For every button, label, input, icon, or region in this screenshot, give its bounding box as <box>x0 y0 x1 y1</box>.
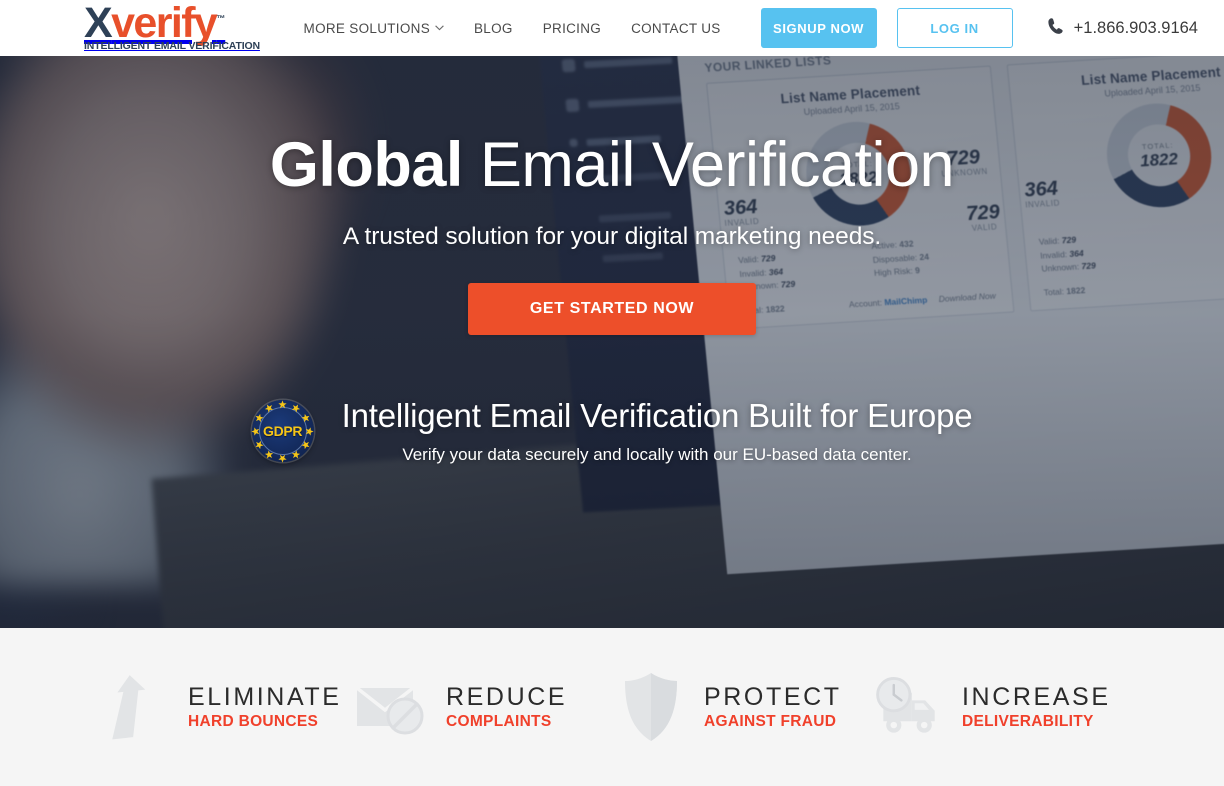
eu-promo-row: GDPR Intelligent Email Verification Buil… <box>251 397 973 465</box>
feature-text: PROTECT AGAINST FRAUD <box>704 683 842 731</box>
truck-clock-icon <box>870 668 948 746</box>
hero-content: Global Email Verification A trusted solu… <box>0 56 1224 628</box>
logo-tagline: INTELLIGENT EMAIL VERIFICATION <box>84 40 260 53</box>
star-icon <box>292 404 301 413</box>
phone-icon <box>1047 17 1064 40</box>
gdpr-badge-icon: GDPR <box>251 399 314 463</box>
star-icon <box>278 399 287 408</box>
chevron-down-icon <box>435 25 444 31</box>
hero-headline: Global Email Verification <box>270 134 955 197</box>
logo[interactable]: Xverify™ INTELLIGENT EMAIL VERIFICATION <box>84 1 264 53</box>
star-icon <box>301 440 310 449</box>
nav-item-contact-us[interactable]: CONTACT US <box>631 21 721 36</box>
nav-item-blog[interactable]: BLOG <box>474 21 513 36</box>
feature-subtitle: COMPLAINTS <box>446 713 552 730</box>
nav-label: CONTACT US <box>631 20 721 36</box>
nav-label: PRICING <box>542 20 602 36</box>
star-icon <box>305 426 314 436</box>
logo-trademark-icon: ™ <box>216 13 226 24</box>
feature-title: ELIMINATE <box>188 683 342 711</box>
star-icon <box>292 449 301 458</box>
eu-paragraph: Verify your data securely and locally wi… <box>402 445 912 464</box>
hero-headline-rest: Email Verification <box>462 130 955 200</box>
phone-number: +1.866.903.9164 <box>1073 18 1198 37</box>
arrow-up-curve-icon <box>96 668 174 746</box>
eu-heading: Intelligent Email Verification Built for… <box>341 397 973 434</box>
hero-subheadline: A trusted solution for your digital mark… <box>342 223 882 250</box>
nav-label: MORE SOLUTIONS <box>303 20 430 36</box>
feature-increase-deliverability: INCREASE DELIVERABILITY <box>870 668 1128 746</box>
feature-eliminate-hard-bounces: ELIMINATE HARD BOUNCES <box>96 668 354 746</box>
hero-section: YOUR LINKED LISTS Search by name List Na… <box>0 56 1224 628</box>
feature-subtitle: DELIVERABILITY <box>962 713 1094 730</box>
gdpr-badge-label: GDPR <box>262 423 303 439</box>
feature-title: REDUCE <box>446 683 568 711</box>
nav-label: BLOG <box>474 20 513 36</box>
feature-title: INCREASE <box>962 683 1111 711</box>
shield-icon <box>612 668 690 746</box>
eu-promo-text: Intelligent Email Verification Built for… <box>342 397 973 465</box>
feature-subtitle: AGAINST FRAUD <box>704 713 837 730</box>
log-in-button[interactable]: LOG IN <box>896 8 1013 48</box>
site-header: Xverify™ INTELLIGENT EMAIL VERIFICATION … <box>0 0 1224 56</box>
star-icon <box>301 413 310 422</box>
star-icon <box>251 426 260 436</box>
feature-protect-against-fraud: PROTECT AGAINST FRAUD <box>612 668 870 746</box>
feature-text: REDUCE COMPLAINTS <box>446 683 567 731</box>
logo-wordmark: Xverify™ <box>84 1 264 44</box>
star-icon <box>255 413 264 422</box>
main-nav: MORE SOLUTIONS BLOG PRICING CONTACT US <box>304 21 721 36</box>
feature-subtitle: HARD BOUNCES <box>188 713 319 730</box>
nav-item-pricing[interactable]: PRICING <box>543 21 601 36</box>
signup-now-button[interactable]: SIGNUP NOW <box>760 8 877 48</box>
envelope-ban-icon <box>354 668 432 746</box>
feature-title: PROTECT <box>704 683 842 711</box>
nav-item-more-solutions[interactable]: MORE SOLUTIONS <box>304 21 444 36</box>
feature-reduce-complaints: REDUCE COMPLAINTS <box>354 668 612 746</box>
page-root: Xverify™ INTELLIGENT EMAIL VERIFICATION … <box>0 0 1224 786</box>
star-icon <box>255 440 264 449</box>
get-started-now-button[interactable]: GET STARTED NOW <box>468 283 756 335</box>
star-icon <box>264 449 274 458</box>
star-icon <box>264 404 274 413</box>
star-icon <box>278 454 287 463</box>
phone-link[interactable]: +1.866.903.9164 <box>1047 17 1198 40</box>
hero-headline-bold: Global <box>269 130 464 200</box>
feature-text: INCREASE DELIVERABILITY <box>962 683 1111 731</box>
features-bar: ELIMINATE HARD BOUNCES REDUCE COMPLAINTS <box>0 628 1224 786</box>
feature-text: ELIMINATE HARD BOUNCES <box>188 683 342 731</box>
